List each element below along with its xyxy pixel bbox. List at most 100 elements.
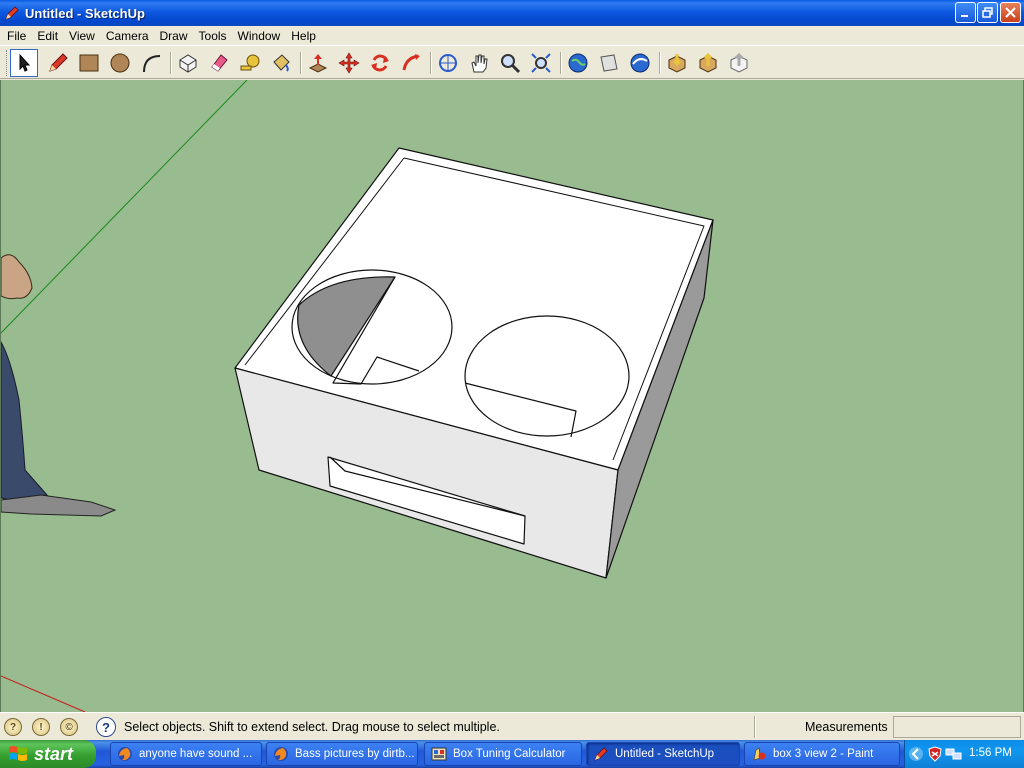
- orbit-icon: [439, 54, 457, 72]
- paint-bucket-icon: [273, 54, 290, 72]
- taskbar-item-sketchup[interactable]: Untitled - SketchUp: [586, 742, 740, 766]
- start-label: start: [34, 743, 74, 764]
- rotate-icon: [371, 54, 389, 72]
- share-component-icon: [730, 52, 748, 73]
- menu-help[interactable]: Help: [286, 29, 322, 43]
- menu-tools[interactable]: Tools: [194, 29, 233, 43]
- scale-figure[interactable]: [1, 254, 117, 517]
- taskbar-item-firefox-2[interactable]: Bass pictures by dirtb...: [266, 742, 418, 766]
- tape-measure-button[interactable]: [236, 49, 264, 77]
- toolbar-separator: [300, 52, 302, 74]
- geo-location-icon[interactable]: ?: [4, 718, 22, 736]
- taskbar-item-firefox-1[interactable]: anyone have sound ...: [110, 742, 262, 766]
- share-component-button[interactable]: [725, 49, 753, 77]
- help-icon[interactable]: ?: [96, 717, 116, 737]
- measurements-label: Measurements: [805, 720, 888, 734]
- move-icon: [338, 52, 360, 74]
- menu-file[interactable]: File: [2, 29, 32, 43]
- move-button[interactable]: [335, 49, 363, 77]
- maximize-button[interactable]: [977, 2, 998, 23]
- pan-icon: [471, 54, 488, 73]
- taskbar: start anyone have sound ... Bass picture…: [0, 740, 1024, 768]
- get-current-view-icon: [600, 54, 618, 72]
- select-tool-button[interactable]: [10, 49, 38, 77]
- measurements-input[interactable]: [893, 716, 1021, 738]
- status-hint: Select objects. Shift to extend select. …: [124, 720, 500, 734]
- drawing-viewport[interactable]: [0, 80, 1024, 712]
- close-icon: [1005, 7, 1016, 18]
- zoom-extents-button[interactable]: [527, 49, 555, 77]
- preview-google-earth-button[interactable]: [626, 49, 654, 77]
- select-tool-icon: [19, 53, 31, 72]
- eraser-icon: [211, 54, 228, 72]
- credits-icon[interactable]: !: [32, 718, 50, 736]
- make-component-icon: [179, 54, 197, 73]
- pan-button[interactable]: [465, 49, 493, 77]
- green-axis: [1, 80, 248, 334]
- user-icon[interactable]: ©: [60, 718, 78, 736]
- share-model-button[interactable]: [694, 49, 722, 77]
- sketchup-icon: [594, 747, 608, 761]
- share-model-icon: [699, 52, 717, 73]
- close-button[interactable]: [1000, 2, 1021, 23]
- eraser-button[interactable]: [205, 49, 233, 77]
- clock: 1:56 PM: [969, 747, 1012, 759]
- toolbar: [0, 45, 1024, 79]
- toolbar-grip[interactable]: [6, 50, 9, 76]
- taskbar-item-label: Untitled - SketchUp: [615, 748, 715, 760]
- sketchup-icon: [5, 6, 19, 20]
- rectangle-tool-icon: [79, 54, 99, 72]
- minimize-button[interactable]: [955, 2, 976, 23]
- menu-camera[interactable]: Camera: [101, 29, 155, 43]
- zoom-button[interactable]: [496, 49, 524, 77]
- taskbar-item-label: Bass pictures by dirtb...: [295, 748, 415, 760]
- menu-view[interactable]: View: [64, 29, 101, 43]
- menu-edit[interactable]: Edit: [32, 29, 64, 43]
- taskbar-item-label: anyone have sound ...: [139, 748, 253, 760]
- get-models-button[interactable]: [663, 49, 691, 77]
- make-component-button[interactable]: [174, 49, 202, 77]
- menu-window[interactable]: Window: [233, 29, 287, 43]
- pencil-tool-button[interactable]: [44, 49, 72, 77]
- calculator-app-icon: [431, 747, 447, 761]
- toolbar-separator: [659, 52, 661, 74]
- toolbar-separator: [170, 52, 172, 74]
- tray-expand-icon[interactable]: [908, 746, 924, 762]
- status-divider: [754, 716, 756, 738]
- red-axis: [1, 675, 86, 712]
- menu-draw[interactable]: Draw: [155, 29, 194, 43]
- model-canvas[interactable]: [1, 80, 1024, 712]
- zoom-extents-icon: [531, 53, 551, 73]
- windows-logo-icon: [9, 746, 27, 761]
- get-models-icon: [668, 54, 686, 73]
- security-shield-icon[interactable]: [927, 746, 943, 762]
- push-pull-icon: [308, 54, 328, 73]
- arc-tool-button[interactable]: [137, 49, 165, 77]
- tape-measure-icon: [240, 54, 260, 71]
- taskbar-item-calculator[interactable]: Box Tuning Calculator: [424, 742, 582, 766]
- google-earth-toggle-icon: [568, 53, 588, 73]
- menu-bar: File Edit View Camera Draw Tools Window …: [0, 26, 1024, 45]
- start-button[interactable]: start: [0, 740, 96, 768]
- zoom-icon: [501, 54, 521, 74]
- paint-bucket-button[interactable]: [267, 49, 295, 77]
- taskbar-item-paint[interactable]: box 3 view 2 - Paint: [744, 742, 900, 766]
- taskbar-item-label: box 3 view 2 - Paint: [773, 748, 874, 760]
- system-tray: 1:56 PM: [904, 740, 1024, 768]
- speaker-box-model[interactable]: [234, 147, 714, 579]
- toolbar-separator: [560, 52, 562, 74]
- orbit-button[interactable]: [434, 49, 462, 77]
- google-earth-toggle-button[interactable]: [564, 49, 592, 77]
- firefox-icon: [274, 747, 288, 761]
- arc-tool-icon: [143, 55, 161, 73]
- get-current-view-button[interactable]: [595, 49, 623, 77]
- paint-icon: [753, 747, 766, 761]
- toolbar-separator: [430, 52, 432, 74]
- follow-me-button[interactable]: [397, 49, 425, 77]
- title-bar[interactable]: Untitled - SketchUp: [0, 0, 1024, 26]
- circle-tool-button[interactable]: [106, 49, 134, 77]
- push-pull-button[interactable]: [304, 49, 332, 77]
- rotate-button[interactable]: [366, 49, 394, 77]
- network-icon[interactable]: [945, 746, 963, 762]
- rectangle-tool-button[interactable]: [75, 49, 103, 77]
